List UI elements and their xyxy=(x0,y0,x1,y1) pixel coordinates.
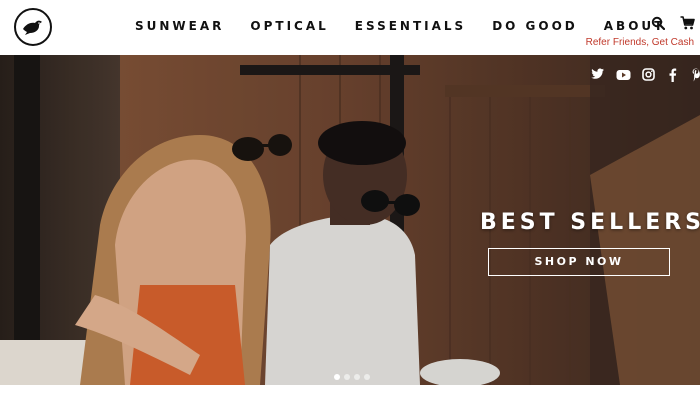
hero-title: BEST SELLERS xyxy=(480,210,700,235)
twitter-icon xyxy=(591,68,604,79)
pinterest-link[interactable] xyxy=(692,68,700,84)
youtube-icon xyxy=(616,70,631,80)
slide-dot-2[interactable] xyxy=(344,374,350,380)
bird-icon xyxy=(23,20,42,35)
shop-now-button[interactable]: SHOP NOW xyxy=(488,248,670,276)
twitter-link[interactable] xyxy=(590,68,606,84)
nav-sunwear[interactable]: SUNWEAR xyxy=(135,16,224,36)
main-nav: SUNWEAR OPTICAL ESSENTIALS DO GOOD ABOUT xyxy=(120,16,691,36)
slide-dot-4[interactable] xyxy=(364,374,370,380)
slide-dot-3[interactable] xyxy=(354,374,360,380)
nav-essentials[interactable]: ESSENTIALS xyxy=(355,16,466,36)
instagram-link[interactable] xyxy=(642,68,658,84)
facebook-link[interactable] xyxy=(668,68,684,84)
search-button[interactable] xyxy=(651,16,667,32)
cart-icon xyxy=(680,16,695,30)
pinterest-icon xyxy=(692,68,700,82)
nav-optical[interactable]: OPTICAL xyxy=(250,16,328,36)
refer-friends-link[interactable]: Refer Friends, Get Cash xyxy=(586,37,694,48)
cart-button[interactable] xyxy=(680,16,696,32)
page-content-start xyxy=(0,385,700,400)
hero-banner: BEST SELLERS SHOP NOW xyxy=(0,55,700,385)
slide-dot-1[interactable] xyxy=(334,374,340,380)
search-icon xyxy=(651,16,666,31)
logo[interactable] xyxy=(14,8,52,46)
facebook-icon xyxy=(669,68,677,82)
site-header: SUNWEAR OPTICAL ESSENTIALS DO GOOD ABOUT… xyxy=(0,0,700,55)
youtube-link[interactable] xyxy=(616,68,632,84)
slide-indicators xyxy=(334,374,370,380)
instagram-icon xyxy=(642,68,655,81)
nav-do-good[interactable]: DO GOOD xyxy=(492,16,578,36)
